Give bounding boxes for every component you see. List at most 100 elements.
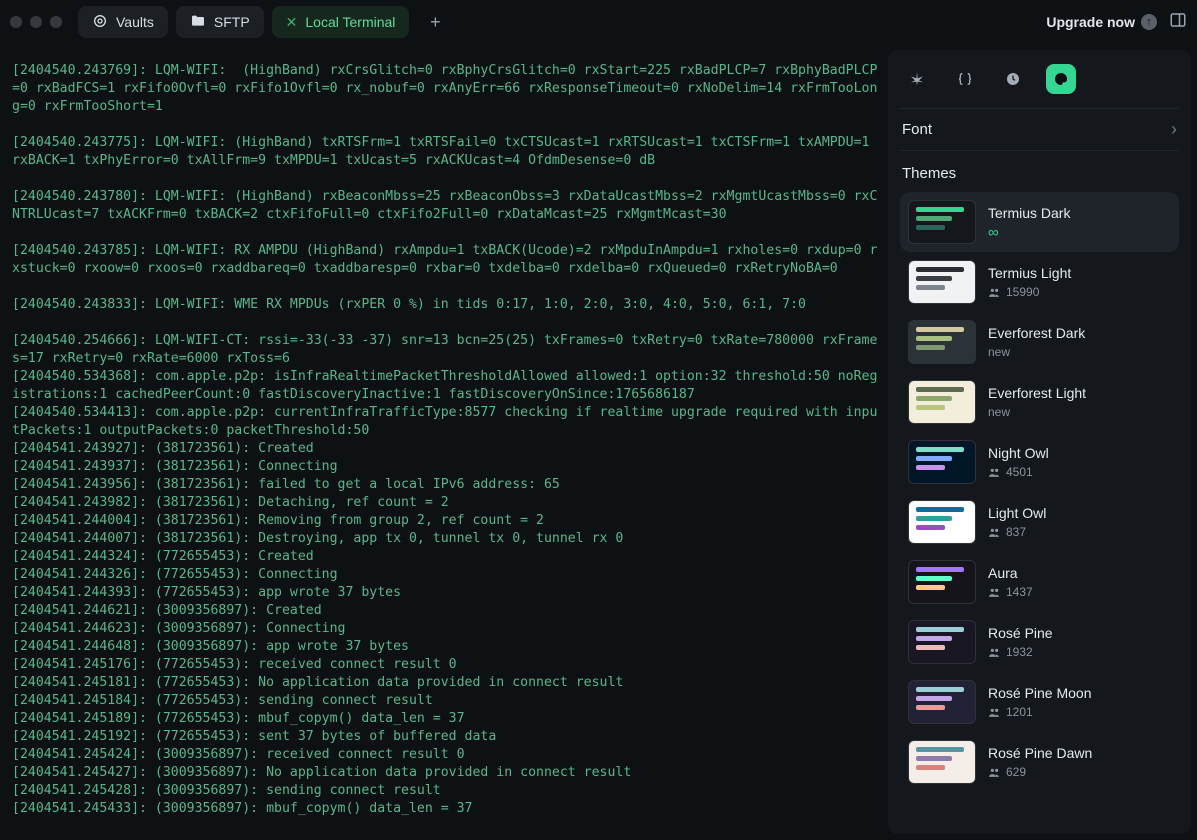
log-line: [2404540.254666]: LQM-WIFI-CT: rssi=-33(… [12, 332, 882, 368]
theme-thumbnail [908, 200, 976, 244]
log-line: [2404540.534413]: com.apple.p2p: current… [12, 404, 882, 440]
log-line: [2404541.245176]: (772655453): received … [12, 656, 882, 674]
theme-option[interactable]: Everforest Dark new [900, 312, 1179, 372]
themes-heading: Themes [900, 151, 1179, 192]
braces-icon[interactable] [950, 64, 980, 94]
theme-option[interactable]: Rosé Pine Dawn 629 [900, 732, 1179, 792]
log-line: [2404541.243956]: (381723561): failed to… [12, 476, 882, 494]
theme-name: Everforest Dark [988, 325, 1085, 341]
titlebar: Vaults SFTP ✕ Local Terminal + Upgrade now … [0, 0, 1197, 44]
log-line: [2404541.244007]: (381723561): Destroyin… [12, 530, 882, 548]
theme-name: Light Owl [988, 505, 1046, 521]
theme-thumbnail [908, 620, 976, 664]
theme-name: Termius Light [988, 265, 1071, 281]
theme-option[interactable]: Everforest Light new [900, 372, 1179, 432]
log-line: [2404541.244326]: (772655453): Connectin… [12, 566, 882, 584]
theme-thumbnail [908, 740, 976, 784]
theme-meta: ∞ [988, 225, 1070, 240]
theme-meta: 837 [988, 525, 1046, 539]
theme-option[interactable]: Rosé Pine Moon 1201 [900, 672, 1179, 732]
theme-meta: 1932 [988, 645, 1053, 659]
log-line: [2404541.244621]: (3009356897): Created [12, 602, 882, 620]
theme-meta: new [988, 405, 1086, 419]
theme-thumbnail [908, 260, 976, 304]
vault-icon [92, 13, 108, 32]
tab-label: Vaults [116, 14, 154, 30]
theme-thumbnail [908, 320, 976, 364]
window-controls [10, 16, 62, 28]
theme-option[interactable]: Night Owl 4501 [900, 432, 1179, 492]
theme-option[interactable]: Termius Dark ∞ [900, 192, 1179, 252]
theme-name: Rosé Pine [988, 625, 1053, 641]
theme-option[interactable]: Light Owl 837 [900, 492, 1179, 552]
palette-icon[interactable] [1046, 64, 1076, 94]
log-line: [2404541.245181]: (772655453): No applic… [12, 674, 882, 692]
chevron-right-icon: › [1171, 119, 1177, 140]
log-line: [2404541.245428]: (3009356897): sending … [12, 782, 882, 800]
close-window-icon[interactable] [10, 16, 22, 28]
log-line: [2404540.243833]: LQM-WIFI: WME RX MPDUs… [12, 296, 882, 314]
appearance-sidebar: Font › Themes Termius Dark ∞ Termius Light… [888, 50, 1191, 834]
upgrade-label: Upgrade now [1046, 14, 1135, 30]
upgrade-arrow-icon: ↑ [1141, 14, 1157, 30]
new-tab-button[interactable]: + [421, 8, 449, 36]
theme-meta: 4501 [988, 465, 1049, 479]
font-section-label: Font [902, 121, 932, 138]
theme-option[interactable]: Rosé Pine 1932 [900, 612, 1179, 672]
theme-name: Night Owl [988, 445, 1049, 461]
log-line: [2404541.244004]: (381723561): Removing … [12, 512, 882, 530]
theme-name: Aura [988, 565, 1033, 581]
tab-label: Local Terminal [305, 14, 395, 30]
tab-vaults[interactable]: Vaults [78, 6, 168, 38]
nav-actions-icon[interactable] [902, 64, 932, 94]
upgrade-button[interactable]: Upgrade now ↑ [1046, 14, 1157, 30]
terminal-output[interactable]: [2404540.243769]: LQM-WIFI: (HighBand) r… [0, 44, 888, 840]
theme-option[interactable]: Aura 1437 [900, 552, 1179, 612]
clock-icon[interactable] [998, 64, 1028, 94]
theme-name: Rosé Pine Moon [988, 685, 1092, 701]
theme-thumbnail [908, 380, 976, 424]
theme-meta: 1437 [988, 585, 1033, 599]
log-line: [2404541.244623]: (3009356897): Connecti… [12, 620, 882, 638]
sidebar-tool-row [900, 60, 1179, 108]
log-line: [2404540.534368]: com.apple.p2p: isInfra… [12, 368, 882, 404]
theme-name: Termius Dark [988, 205, 1070, 221]
theme-option[interactable]: Termius Light 15990 [900, 252, 1179, 312]
log-line: [2404540.243775]: LQM-WIFI: (HighBand) t… [12, 134, 882, 170]
tab-sftp[interactable]: SFTP [176, 6, 264, 38]
theme-list: Termius Dark ∞ Termius Light 15990 Everfores… [900, 192, 1179, 834]
theme-meta: 15990 [988, 285, 1071, 299]
log-line: [2404541.245192]: (772655453): sent 37 b… [12, 728, 882, 746]
theme-thumbnail [908, 560, 976, 604]
log-line: [2404540.243785]: LQM-WIFI: RX AMPDU (Hi… [12, 242, 882, 278]
theme-thumbnail [908, 440, 976, 484]
log-line: [2404541.245424]: (3009356897): received… [12, 746, 882, 764]
log-line: [2404541.244324]: (772655453): Created [12, 548, 882, 566]
log-line: [2404541.243937]: (381723561): Connectin… [12, 458, 882, 476]
log-line: [2404540.243780]: LQM-WIFI: (HighBand) r… [12, 188, 882, 224]
log-line: [2404540.243769]: LQM-WIFI: (HighBand) r… [12, 62, 882, 116]
zoom-window-icon[interactable] [50, 16, 62, 28]
theme-meta: 629 [988, 765, 1092, 779]
theme-name: Everforest Light [988, 385, 1086, 401]
log-line: [2404541.244393]: (772655453): app wrote… [12, 584, 882, 602]
minimize-window-icon[interactable] [30, 16, 42, 28]
log-line: [2404541.245433]: (3009356897): mbuf_cop… [12, 800, 882, 818]
toggle-sidebar-button[interactable] [1169, 11, 1187, 34]
log-line: [2404541.245189]: (772655453): mbuf_copy… [12, 710, 882, 728]
log-line: [2404541.244648]: (3009356897): app wrot… [12, 638, 882, 656]
log-line: [2404541.245184]: (772655453): sending c… [12, 692, 882, 710]
theme-meta: 1201 [988, 705, 1092, 719]
font-section-button[interactable]: Font › [900, 108, 1179, 151]
theme-thumbnail [908, 500, 976, 544]
close-icon[interactable]: ✕ [286, 14, 298, 31]
theme-thumbnail [908, 680, 976, 724]
theme-meta: new [988, 345, 1085, 359]
tab-label: SFTP [214, 14, 250, 30]
log-line: [2404541.243982]: (381723561): Detaching… [12, 494, 882, 512]
log-line: [2404541.243927]: (381723561): Created [12, 440, 882, 458]
folder-icon [190, 13, 206, 32]
log-line: [2404541.245427]: (3009356897): No appli… [12, 764, 882, 782]
tab-local-terminal[interactable]: ✕ Local Terminal [272, 6, 410, 38]
theme-name: Rosé Pine Dawn [988, 745, 1092, 761]
